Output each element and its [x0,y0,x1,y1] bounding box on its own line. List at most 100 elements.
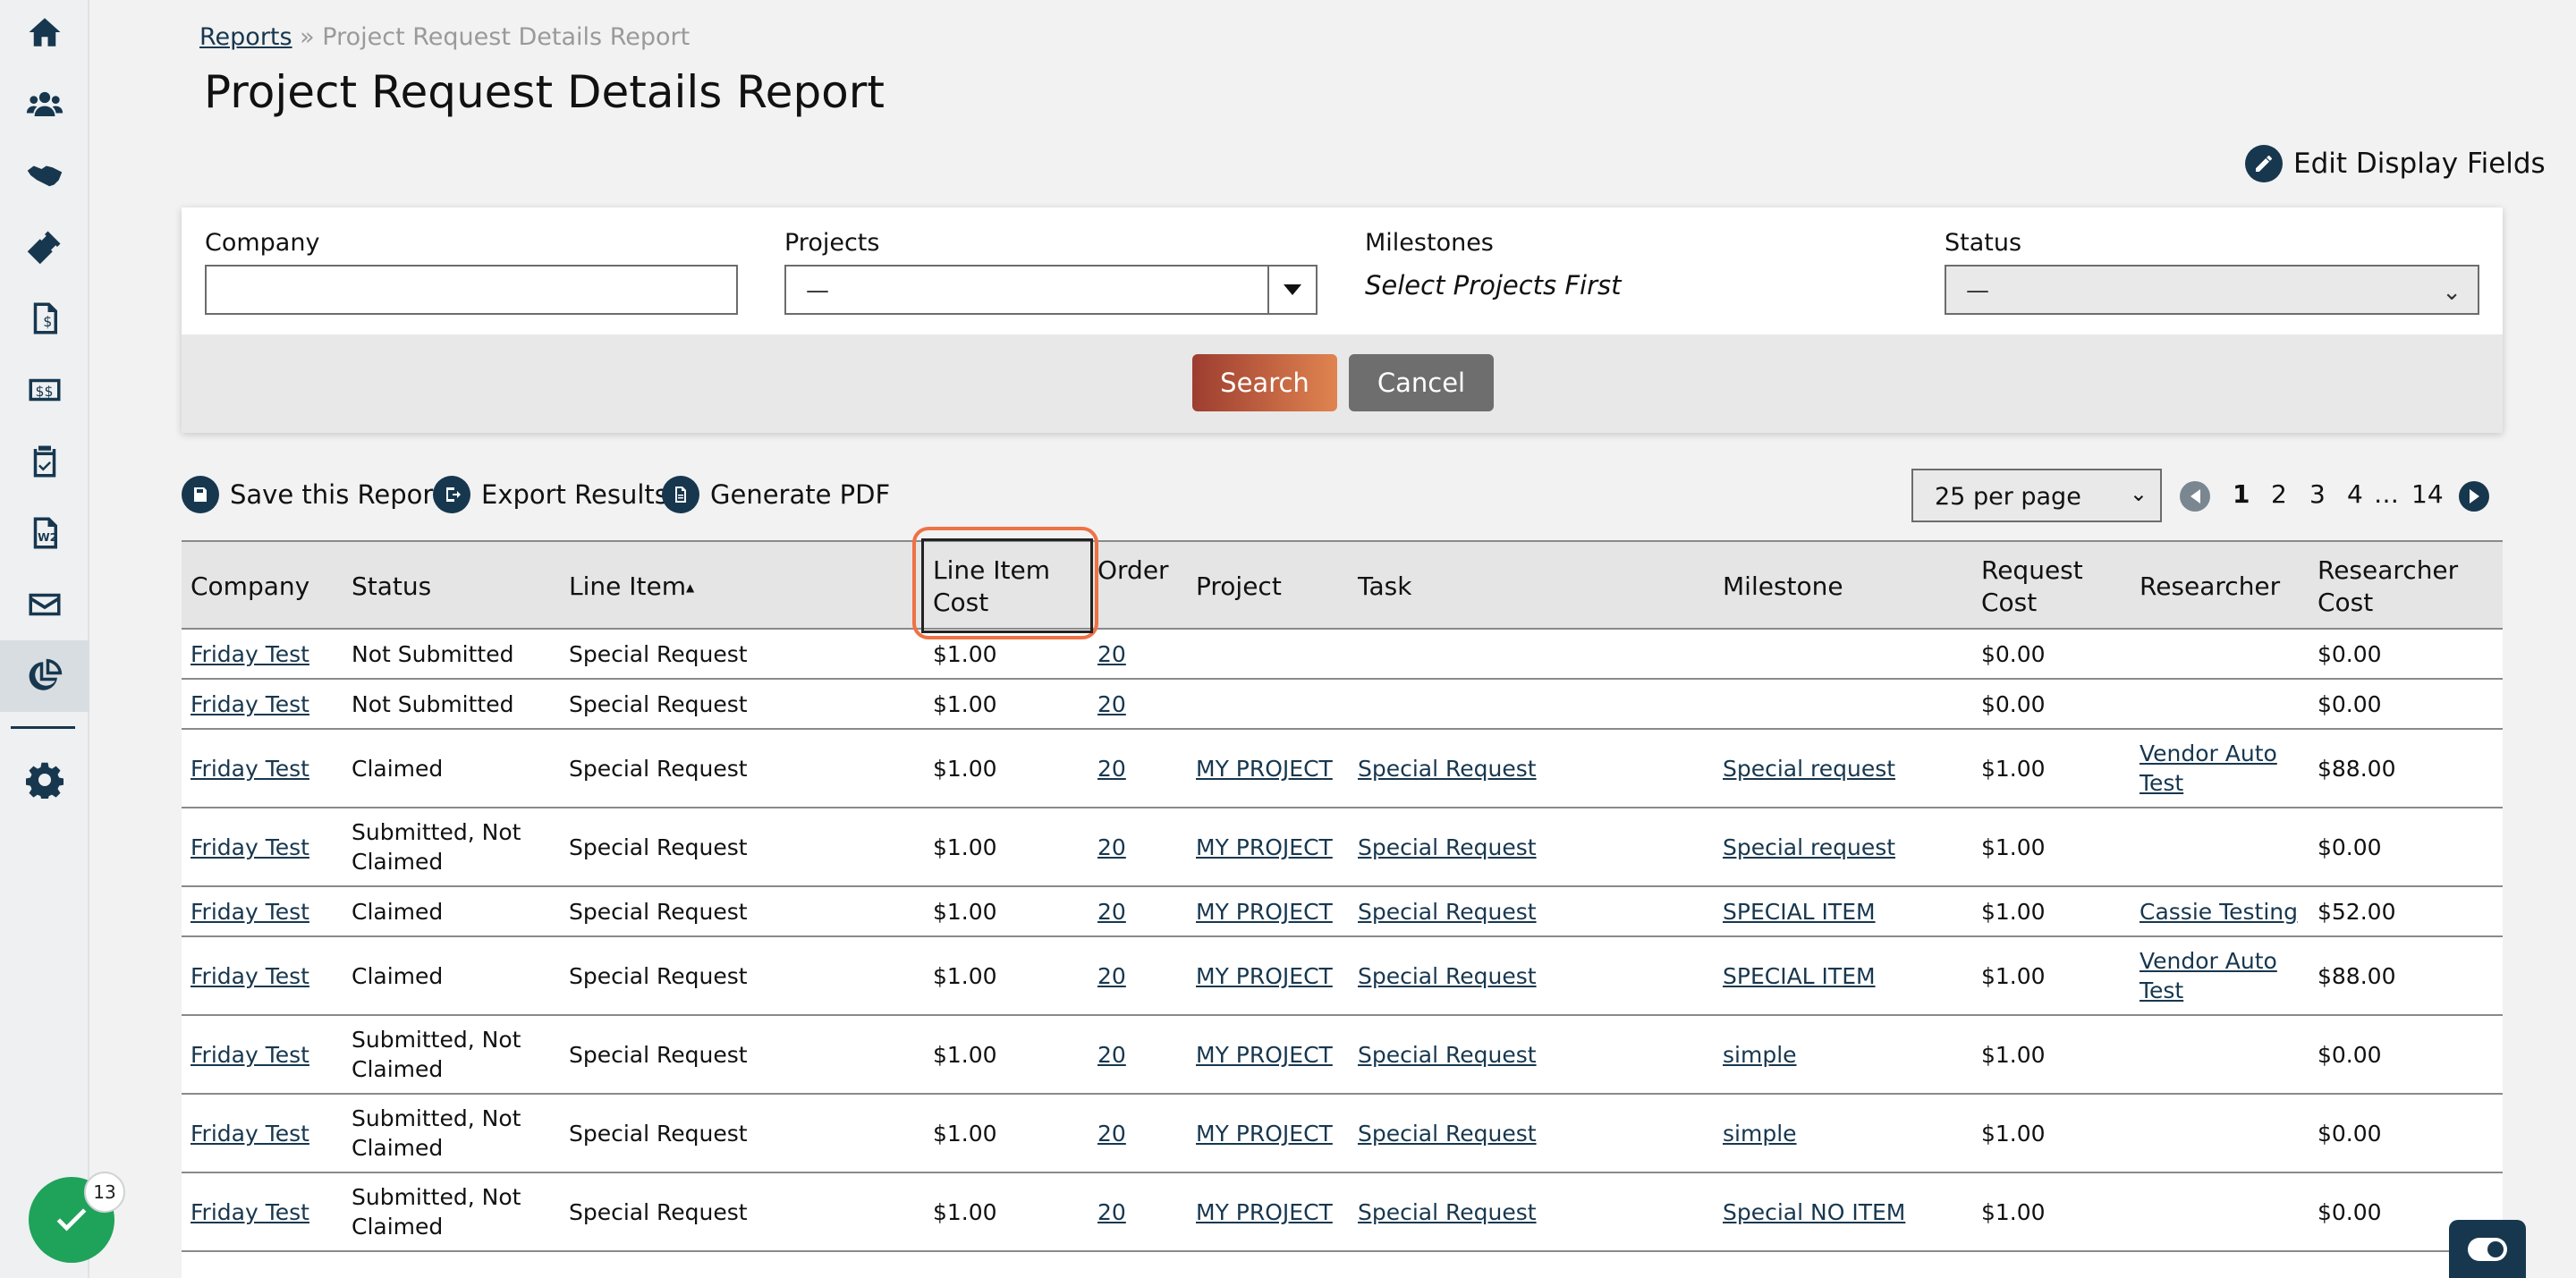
col-request-cost[interactable]: Request Cost [1981,554,2083,619]
cell-request-cost: $1.00 [1981,756,2046,782]
cell-project[interactable]: MY PROJECT [1196,897,1333,927]
table-row: Friday Test Submitted, Not Claimed Special … [182,808,2503,887]
caret-down-icon[interactable] [1267,267,1316,313]
invoice-icon[interactable]: $ [23,297,66,340]
page-3[interactable]: 3 [2309,479,2326,512]
cell-researcher[interactable]: Vendor Auto Test [2140,946,2277,1005]
cell-line-item-cost: $1.00 [933,834,997,860]
cell-project[interactable]: MY PROJECT [1196,754,1333,783]
company-input[interactable] [205,265,738,315]
mail-icon[interactable] [23,583,66,626]
table-row: Friday Test Not Submitted Special Request $… [182,630,2503,680]
cell-milestone[interactable]: SPECIAL ITEM [1723,897,1876,927]
cell-project[interactable]: MY PROJECT [1196,833,1333,862]
next-page-icon[interactable] [2459,481,2489,512]
cell-line-item-cost: $1.00 [933,899,997,925]
cell-company[interactable]: Friday Test [191,833,309,862]
generate-pdf-button[interactable]: Generate PDF [662,476,890,513]
col-researcher[interactable]: Researcher [2140,571,2280,603]
cell-order[interactable]: 20 [1097,897,1126,927]
col-project[interactable]: Project [1196,571,1282,603]
settings-gear-icon[interactable] [23,758,66,801]
cell-company[interactable]: Friday Test [191,1198,309,1227]
cell-project[interactable]: MY PROJECT [1196,1119,1333,1148]
cell-milestone[interactable]: Special request [1723,833,1895,862]
cell-project[interactable]: MY PROJECT [1196,961,1333,991]
ticket-icon[interactable] [23,225,66,268]
cell-company[interactable]: Friday Test [191,690,309,719]
prev-page-icon[interactable] [2180,481,2210,512]
cell-order[interactable]: 20 [1097,961,1126,991]
cancel-button[interactable]: Cancel [1349,354,1494,411]
chevron-down-icon: ⌄ [2129,481,2148,506]
cell-milestone[interactable]: SPECIAL ITEM [1723,961,1876,991]
page-2[interactable]: 2 [2271,479,2287,512]
export-results-button[interactable]: Export Results [433,476,668,513]
col-status[interactable]: Status [352,571,431,603]
table-row: Friday Test Claimed Special Request $1.00 20… [182,730,2503,808]
cell-line-item-cost: $1.00 [933,691,997,717]
cell-task[interactable]: Special Request [1358,754,1537,783]
cell-task[interactable]: Special Request [1358,897,1537,927]
cell-order[interactable]: 20 [1097,1198,1126,1227]
cell-order[interactable]: 20 [1097,833,1126,862]
cell-line-item-cost: $1.00 [933,756,997,782]
cell-task[interactable]: Special Request [1358,1040,1537,1070]
cell-line-item-cost: $1.00 [933,963,997,989]
table-row: Friday Test Submitted, Not Claimed Special … [182,1016,2503,1095]
cell-company[interactable]: Friday Test [191,754,309,783]
cell-milestone[interactable]: Special NO ITEM [1723,1198,1905,1227]
cell-request-cost: $1.00 [1981,963,2046,989]
generate-pdf-label: Generate PDF [710,479,891,510]
cell-order[interactable]: 20 [1097,639,1126,669]
col-researcher-cost[interactable]: Researcher Cost [2318,554,2458,619]
save-report-button[interactable]: Save this Report [182,476,444,513]
cell-order[interactable]: 20 [1097,1040,1126,1070]
per-page-select[interactable]: 25 per page ⌄ [1911,469,2162,522]
cell-task[interactable]: Special Request [1358,833,1537,862]
cell-company[interactable]: Friday Test [191,1040,309,1070]
cell-project[interactable]: MY PROJECT [1196,1040,1333,1070]
cell-task[interactable]: Special Request [1358,961,1537,991]
edit-display-fields-button[interactable]: Edit Display Fields [2245,145,2546,182]
users-icon[interactable] [23,82,66,125]
cell-task[interactable]: Special Request [1358,1119,1537,1148]
col-line-item[interactable]: Line Item▲ [569,571,694,604]
cell-project[interactable]: MY PROJECT [1196,1198,1333,1227]
page-4[interactable]: 4 [2347,479,2363,512]
page-last[interactable]: 14 [2411,479,2444,512]
col-order[interactable]: Order [1097,554,1169,587]
projects-select[interactable]: — [784,265,1318,315]
search-button[interactable]: Search [1192,354,1337,411]
col-task[interactable]: Task [1358,571,1411,603]
status-select[interactable]: — ⌄ [1945,265,2479,315]
cell-company[interactable]: Friday Test [191,897,309,927]
cell-milestone[interactable]: simple [1723,1040,1797,1070]
money-icon[interactable]: $$ [23,368,66,411]
cell-company[interactable]: Friday Test [191,1119,309,1148]
cell-line-item: Special Request [569,1042,748,1068]
cell-researcher[interactable]: Vendor Auto Test [2140,739,2277,798]
reports-chart-icon[interactable] [23,655,66,698]
home-icon[interactable] [23,11,66,54]
table-row: Friday Test Submitted, Not Claimed Special … [182,1095,2503,1173]
cell-milestone[interactable]: Special request [1723,754,1895,783]
w2-form-icon[interactable]: W2 [23,512,66,554]
col-company[interactable]: Company [191,571,309,603]
cell-company[interactable]: Friday Test [191,639,309,669]
clipboard-check-icon[interactable] [23,440,66,483]
handshake-icon[interactable] [23,154,66,197]
cell-milestone[interactable]: simple [1723,1119,1797,1148]
table-row: Friday Test Not Submitted Special Request $… [182,680,2503,730]
cell-company[interactable]: Friday Test [191,961,309,991]
cell-order[interactable]: 20 [1097,754,1126,783]
cell-researcher[interactable]: Cassie Testing [2140,897,2298,927]
cell-order[interactable]: 20 [1097,1119,1126,1148]
col-milestone[interactable]: Milestone [1723,571,1843,603]
cell-task[interactable]: Special Request [1358,1198,1537,1227]
breadcrumb-reports-link[interactable]: Reports [199,23,292,51]
sidebar: $ $$ W2 [0,0,89,1278]
page-1[interactable]: 1 [2233,479,2250,512]
cell-order[interactable]: 20 [1097,690,1126,719]
chat-toggle-button[interactable] [2449,1220,2526,1278]
